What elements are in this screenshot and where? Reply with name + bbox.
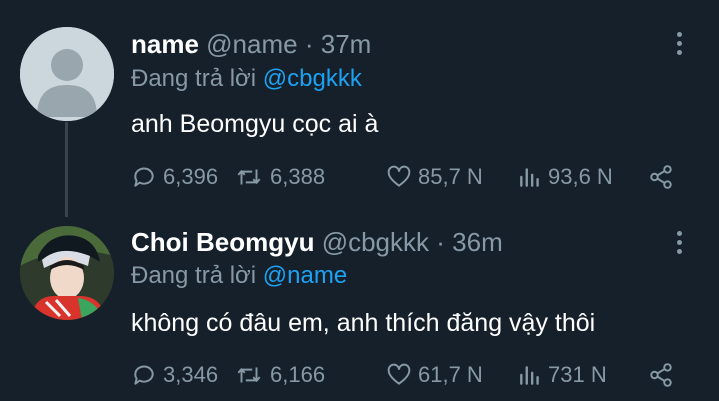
view-count: 93,6 N <box>548 164 613 189</box>
mention-link[interactable]: @cbgkkk <box>263 65 362 92</box>
user-handle[interactable]: @cbgkkk <box>322 227 429 257</box>
retweet-count: 6,166 <box>270 362 326 387</box>
replying-prefix: Đang trả lời <box>131 262 257 289</box>
views-button[interactable]: 93,6 N <box>518 162 613 192</box>
mention-link[interactable]: @name <box>263 262 347 289</box>
share-button[interactable] <box>648 360 680 390</box>
default-avatar-icon <box>20 27 114 121</box>
replying-to: Đang trả lời @cbgkkk <box>131 65 362 93</box>
reply-icon <box>134 365 154 385</box>
reply-button[interactable]: 3,346 <box>131 360 218 390</box>
analytics-icon <box>520 366 539 385</box>
reply-button[interactable]: 6,396 <box>131 162 218 192</box>
views-button[interactable]: 731 N <box>518 360 607 390</box>
retweet-count: 6,388 <box>270 164 326 189</box>
separator-dot: · <box>304 29 314 59</box>
tweet-header: name @name · 37m <box>131 29 371 60</box>
replying-to: Đang trả lời @name <box>131 262 347 290</box>
profile-photo <box>20 226 114 320</box>
like-count: 85,7 N <box>418 164 483 189</box>
tweet[interactable]: name @name · 37m Đang trả lời @cbgkkk an… <box>0 0 719 217</box>
analytics-icon <box>520 168 539 187</box>
reply-icon <box>134 167 154 187</box>
reply-count: 3,346 <box>163 362 219 387</box>
separator-dot: · <box>436 227 445 257</box>
view-count: 731 N <box>548 362 607 387</box>
retweet-button[interactable]: 6,388 <box>234 162 325 192</box>
thread-connector <box>65 122 68 217</box>
retweet-icon <box>237 169 261 185</box>
like-button[interactable]: 85,7 N <box>386 162 483 192</box>
more-options-icon[interactable] <box>673 231 685 258</box>
action-bar: 6,396 6,388 85,7 N 93,6 N <box>131 162 691 192</box>
timestamp[interactable]: 37m <box>321 29 372 59</box>
share-icon <box>650 165 672 189</box>
retweet-button[interactable]: 6,166 <box>234 360 325 390</box>
tweet-header: Choi Beomgyu @cbgkkk · 36m <box>131 227 503 258</box>
reply-count: 6,396 <box>163 164 219 189</box>
tweet[interactable]: Choi Beomgyu @cbgkkk · 36m Đang trả lời … <box>0 212 719 401</box>
heart-icon <box>387 363 411 385</box>
more-options-icon[interactable] <box>673 32 685 59</box>
like-button[interactable]: 61,7 N <box>386 360 483 390</box>
display-name[interactable]: Choi Beomgyu <box>131 227 314 257</box>
action-bar: 3,346 6,166 61,7 N 731 N <box>131 360 691 390</box>
share-icon <box>650 363 672 387</box>
display-name[interactable]: name <box>131 29 199 59</box>
share-button[interactable] <box>648 162 680 192</box>
replying-prefix: Đang trả lời <box>131 65 257 92</box>
user-handle[interactable]: @name <box>206 29 297 59</box>
tweet-text: anh Beomgyu cọc ai à <box>131 110 379 138</box>
timestamp[interactable]: 36m <box>452 227 503 257</box>
like-count: 61,7 N <box>418 362 483 387</box>
avatar[interactable] <box>20 226 114 320</box>
tweet-text: không có đâu em, anh thích đăng vậy thôi <box>131 309 596 337</box>
retweet-icon <box>237 367 261 383</box>
avatar[interactable] <box>20 27 114 121</box>
heart-icon <box>387 165 411 187</box>
